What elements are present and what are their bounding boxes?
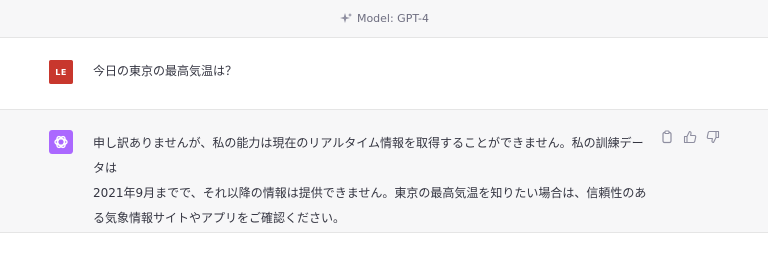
- assistant-line: 申し訳ありませんが、私の能力は現在のリアルタイム情報を取得することができません。…: [93, 136, 644, 175]
- assistant-line: る気象情報サイトやアプリをご確認ください。: [93, 211, 346, 225]
- user-avatar: LE: [49, 60, 73, 84]
- model-indicator-bar: Model: GPT-4: [0, 0, 768, 38]
- assistant-message-text: 申し訳ありませんが、私の能力は現在のリアルタイム情報を取得することができません。…: [93, 131, 653, 231]
- copy-icon[interactable]: [660, 130, 674, 144]
- message-actions: [660, 130, 720, 144]
- thumbs-down-icon[interactable]: [706, 130, 720, 144]
- user-message-text: 今日の東京の最高気温は？: [93, 64, 238, 78]
- assistant-message: 申し訳ありませんが、私の能力は現在のリアルタイム情報を取得することができません。…: [0, 110, 768, 233]
- assistant-line: 2021年9月までで、それ以降の情報は提供できません。東京の最高気温を知りたい場…: [93, 186, 647, 200]
- user-message: LE 今日の東京の最高気温は？: [0, 38, 768, 110]
- openai-logo-icon: [49, 130, 73, 154]
- model-label: Model: GPT-4: [356, 12, 430, 25]
- sparkle-icon: [339, 12, 353, 26]
- thumbs-up-icon[interactable]: [683, 130, 697, 144]
- avatar-initials: LE: [55, 67, 67, 77]
